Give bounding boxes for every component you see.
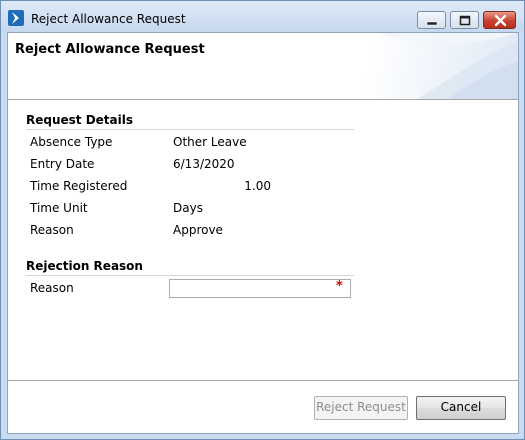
maximize-button[interactable] (450, 11, 479, 29)
page-title: Reject Allowance Request (15, 42, 205, 57)
minimize-button[interactable] (417, 11, 446, 29)
absence-type-label: Absence Type (30, 135, 113, 149)
dialog-body: Reject Allowance Request Request Details… (7, 32, 519, 434)
request-details-heading: Request Details (26, 113, 134, 127)
rejection-reason-input[interactable] (169, 279, 351, 298)
section-divider (26, 129, 354, 130)
absence-type-value: Other Leave (173, 135, 247, 149)
close-icon (494, 14, 507, 27)
maximize-icon (459, 15, 471, 26)
dialog-header: Reject Allowance Request (8, 33, 518, 100)
time-registered-label: Time Registered (30, 179, 128, 193)
dialog-window: Reject Allowance Request Reject Allowanc… (0, 0, 525, 440)
window-title: Reject Allowance Request (31, 12, 186, 26)
entry-date-value: 6/13/2020 (173, 157, 235, 171)
time-unit-label: Time Unit (30, 201, 88, 215)
request-reason-label: Reason (30, 223, 74, 237)
rejection-reason-heading: Rejection Reason (26, 259, 143, 273)
time-unit-value: Days (173, 201, 203, 215)
minimize-icon (426, 21, 438, 26)
section-divider (26, 275, 354, 276)
required-marker: * (336, 279, 343, 294)
footer-divider (8, 380, 518, 381)
cancel-button[interactable]: Cancel (416, 396, 506, 420)
time-registered-value: 1.00 (244, 179, 271, 193)
header-swoosh-decoration (378, 33, 518, 99)
title-bar[interactable]: Reject Allowance Request (1, 1, 524, 32)
app-chevron-icon (8, 10, 24, 26)
request-reason-value: Approve (173, 223, 223, 237)
reject-request-button[interactable]: Reject Request (314, 396, 408, 420)
entry-date-label: Entry Date (30, 157, 95, 171)
close-button[interactable] (483, 11, 516, 29)
rejection-reason-label: Reason (30, 281, 74, 295)
